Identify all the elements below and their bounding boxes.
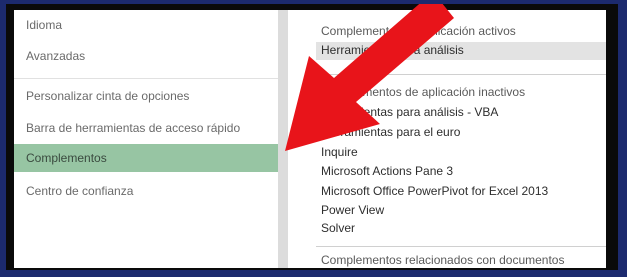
addin-row[interactable]: Inquire <box>321 145 358 159</box>
sidebar-item-avanzadas[interactable]: Avanzadas <box>14 42 278 70</box>
inactive-addins-header: Complementos de aplicación inactivos <box>321 85 526 99</box>
addin-row-active[interactable]: Herramientas para análisis <box>321 43 464 57</box>
sidebar-item-barra-acceso-rapido[interactable]: Barra de herramientas de acceso rápido <box>14 114 278 142</box>
sidebar-item-complementos[interactable]: Complementos <box>14 144 278 172</box>
section-divider <box>316 74 606 75</box>
options-sidebar: Idioma Avanzadas Personalizar cinta de o… <box>14 10 278 268</box>
addin-row[interactable]: Solver <box>321 221 355 235</box>
excel-options-window: Idioma Avanzadas Personalizar cinta de o… <box>6 4 618 270</box>
sidebar-item-centro-confianza[interactable]: Centro de confianza <box>14 177 278 205</box>
document-addins-header: Complementos relacionados con documentos <box>321 253 565 267</box>
pane-splitter <box>278 10 288 268</box>
addin-row[interactable]: Microsoft Office PowerPivot for Excel 20… <box>321 184 548 198</box>
section-divider <box>316 246 606 247</box>
addin-row[interactable]: Microsoft Actions Pane 3 <box>321 164 453 178</box>
sidebar-divider <box>14 78 278 79</box>
addin-row[interactable]: Herramientas para el euro <box>321 125 460 139</box>
addin-row[interactable]: Power View <box>321 203 384 217</box>
sidebar-item-idioma[interactable]: Idioma <box>14 11 278 39</box>
addins-list: Complementos de aplicación activos Herra… <box>288 10 606 268</box>
addin-row[interactable]: Herramientas para análisis - VBA <box>321 105 498 119</box>
active-addins-header: Complementos de aplicación activos <box>321 24 516 38</box>
sidebar-item-personalizar-cinta[interactable]: Personalizar cinta de opciones <box>14 82 278 110</box>
